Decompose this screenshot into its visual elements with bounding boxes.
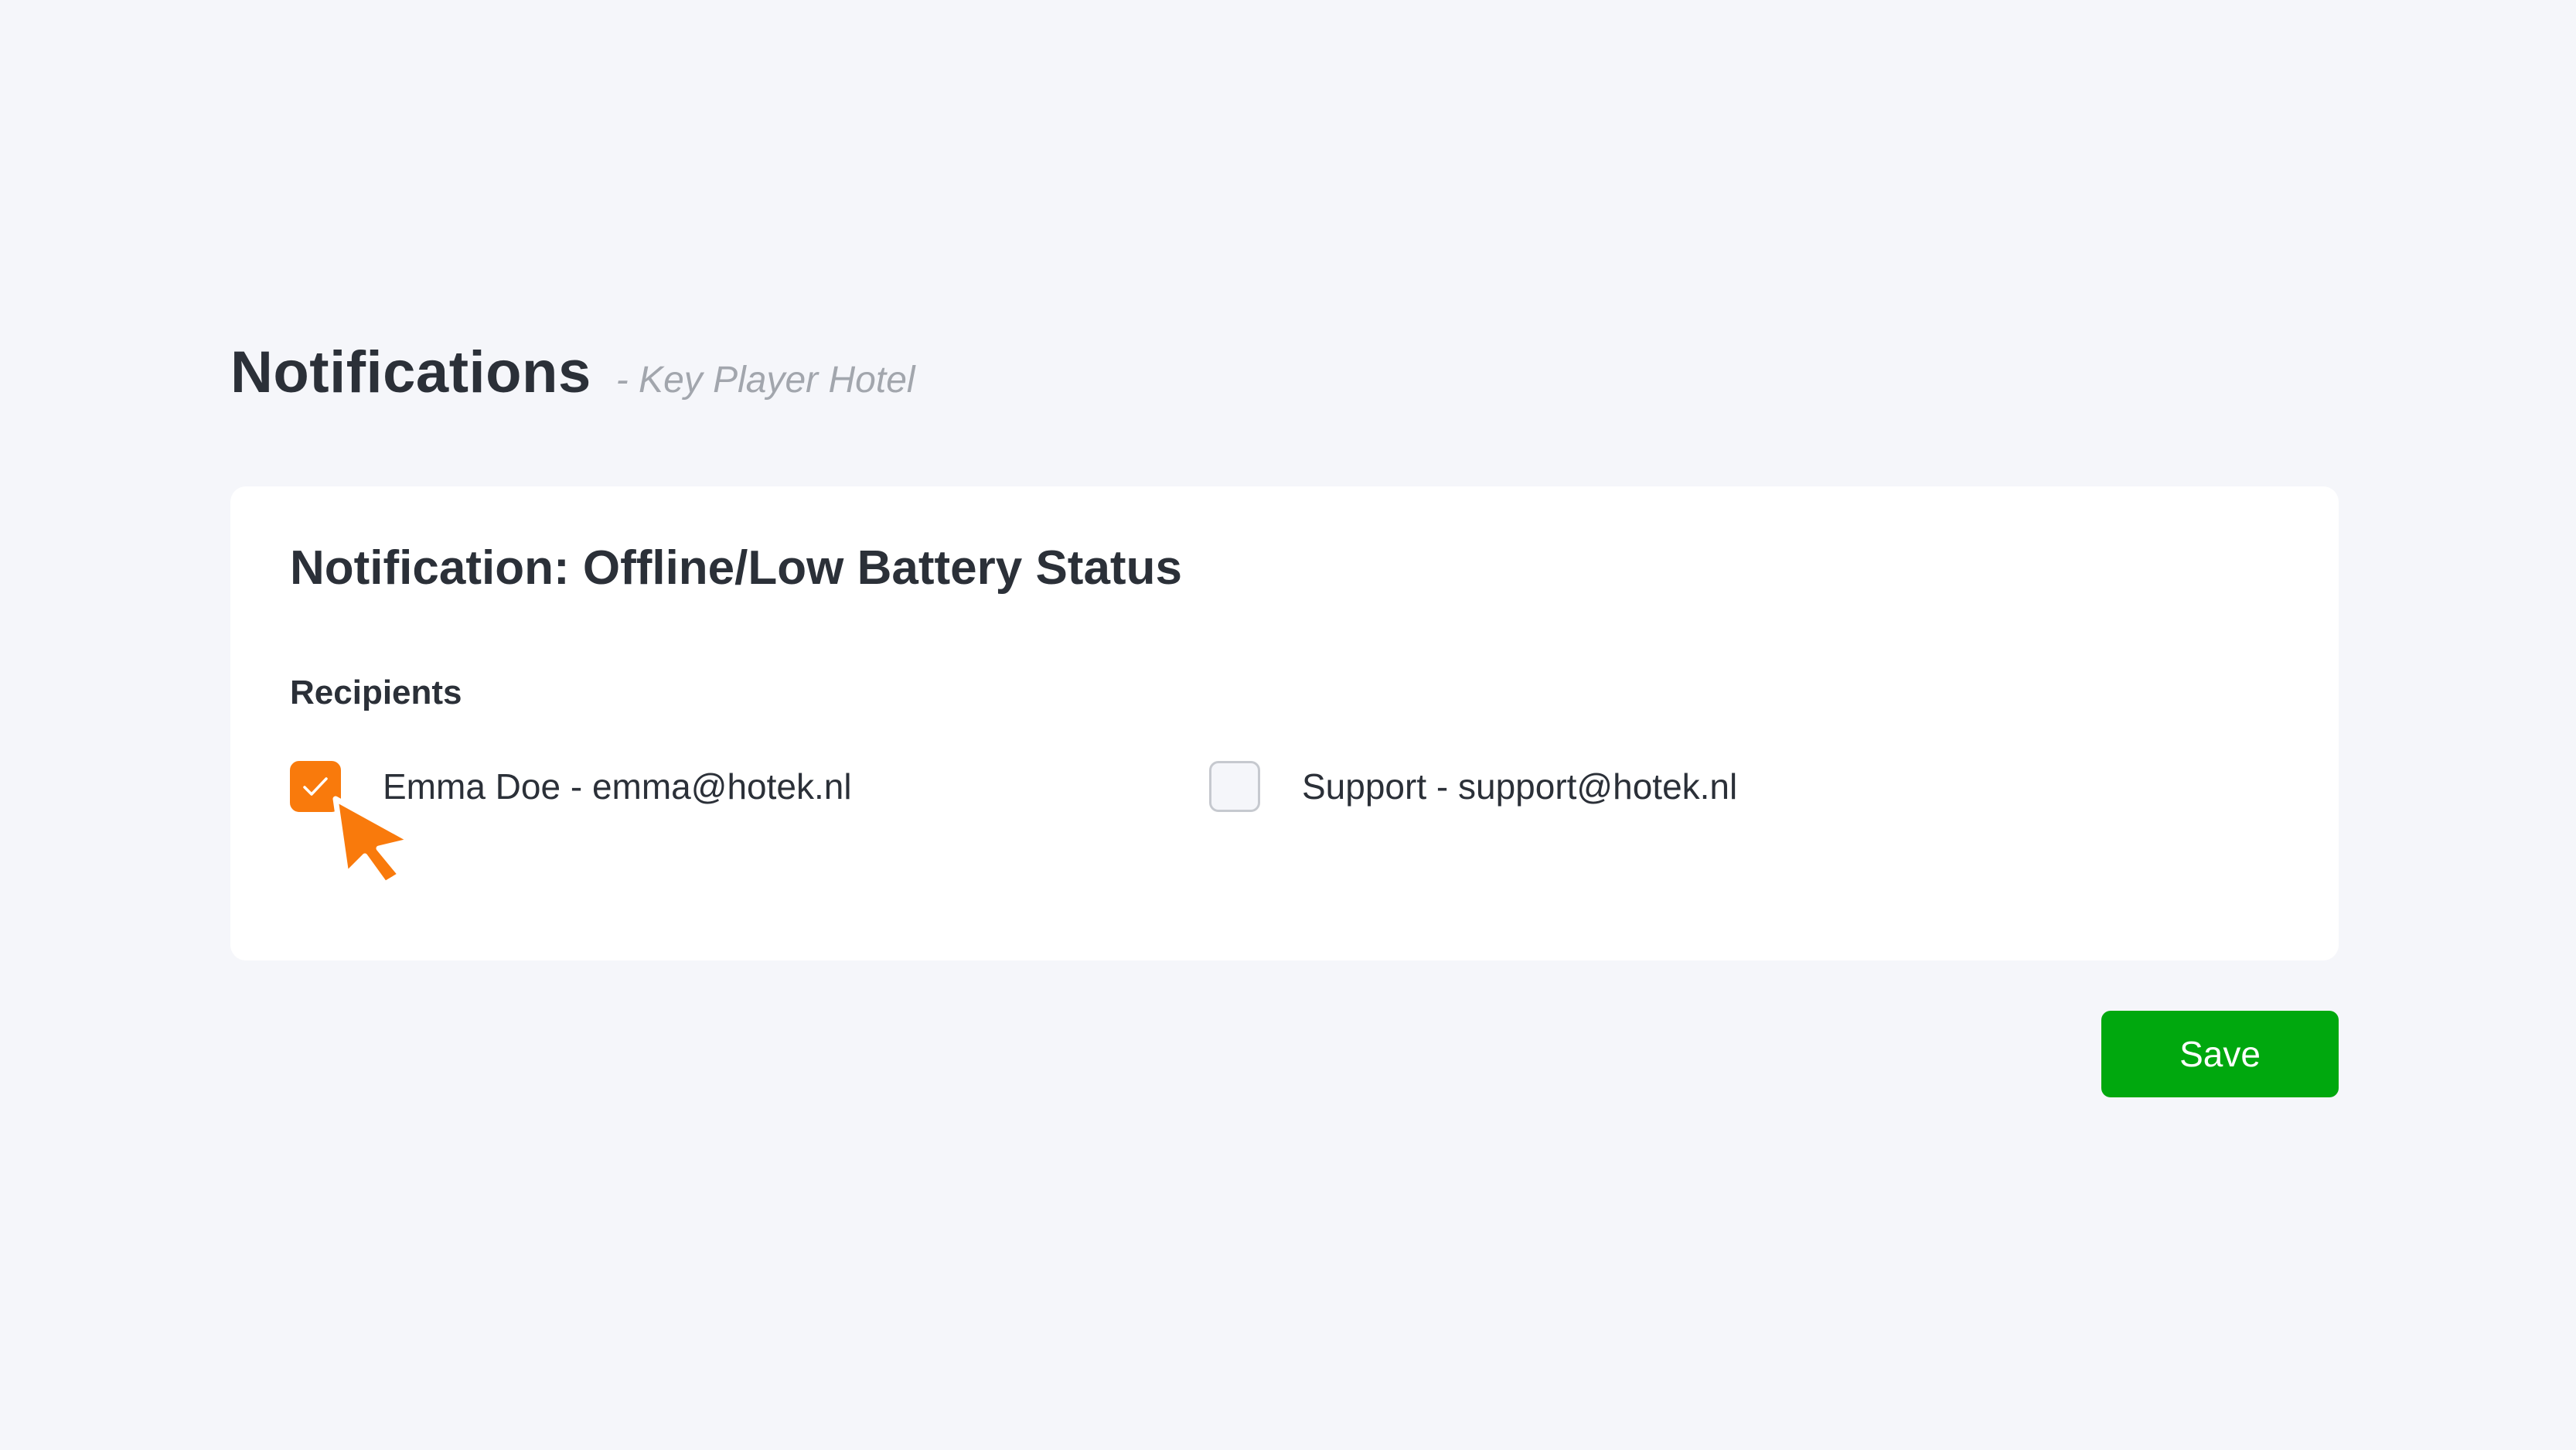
recipient-checkbox-emma[interactable]: [290, 761, 341, 812]
page-title: Notifications: [230, 339, 591, 405]
save-button[interactable]: Save: [2101, 1011, 2339, 1097]
recipient-option-support[interactable]: Support - support@hotek.nl: [1209, 761, 1737, 812]
recipient-label-support: Support - support@hotek.nl: [1302, 766, 1738, 807]
recipient-checkbox-support[interactable]: [1209, 761, 1260, 812]
notification-title: Notification: Offline/Low Battery Status: [290, 541, 1182, 595]
page-header: Notifications - Key Player Hotel: [230, 339, 915, 406]
recipients-label: Recipients: [290, 674, 462, 711]
recipient-label-emma: Emma Doe - emma@hotek.nl: [383, 766, 852, 807]
notification-card: Notification: Offline/Low Battery Status…: [230, 486, 2339, 960]
check-icon: [303, 777, 328, 796]
page-subtitle: - Key Player Hotel: [615, 360, 915, 401]
recipient-option-emma[interactable]: Emma Doe - emma@hotek.nl: [290, 761, 852, 812]
